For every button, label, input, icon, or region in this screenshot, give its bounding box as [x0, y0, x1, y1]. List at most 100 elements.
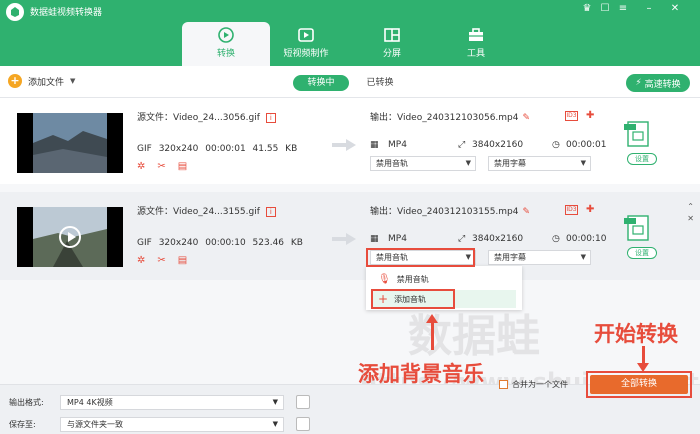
clock-icon: ◷ [552, 234, 560, 244]
add-file-button[interactable]: + 添加文件 ▼ [8, 74, 75, 88]
arrow-up-icon [426, 314, 438, 350]
user-icon[interactable]: ♛ [580, 3, 594, 14]
output-file: 输出：Video_240312103056.mp4 ✎ [370, 110, 530, 123]
format-settings-icon[interactable] [296, 395, 310, 409]
tab-short-video[interactable]: 短视频制作 [262, 22, 350, 66]
rename-pencil-icon[interactable]: ✎ [523, 207, 531, 217]
menu-item-disable-audio-label: 禁用音轨 [396, 274, 429, 284]
merge-option[interactable]: 合并为一个文件 [499, 379, 568, 390]
tab-converting[interactable]: 转换中 [293, 75, 349, 91]
merge-checkbox[interactable] [499, 380, 508, 389]
merge-label: 合并为一个文件 [512, 380, 568, 389]
scissors-icon[interactable]: ✂ [157, 161, 165, 172]
arrow-down-icon [637, 346, 649, 372]
output-format-select[interactable]: MP4 4K视频 ▼ [60, 395, 284, 410]
tab-tools-label: 工具 [466, 49, 485, 59]
tab-split-screen-label: 分屏 [382, 49, 401, 59]
menu-icon[interactable]: ≡ [616, 3, 630, 14]
remove-icon[interactable]: ✕ [687, 214, 694, 223]
id-badge-icon[interactable]: ID3 [565, 111, 578, 121]
info-icon[interactable]: i [265, 206, 276, 217]
enhance-icon[interactable]: ✚ [586, 111, 594, 121]
subtitle-select[interactable]: 禁用字幕 ▼ [488, 250, 591, 265]
source-meta: GIF 320x240 00:00:01 41.55 KB [137, 144, 297, 154]
folder-icon[interactable] [296, 417, 310, 431]
output-resolution: 3840x2160 [472, 234, 524, 244]
source-duration: 00:00:01 [205, 144, 246, 154]
move-up-icon[interactable]: ⌃ [687, 202, 694, 211]
play-icon[interactable] [59, 226, 81, 248]
tab-short-video-label: 短视频制作 [283, 49, 329, 59]
minimize-icon[interactable]: – [642, 3, 656, 14]
chevron-down-icon: ▼ [580, 159, 586, 167]
output-format: MP4 [388, 234, 407, 244]
clock-icon: ◷ [552, 140, 560, 150]
id-badge-icon[interactable]: ID3 [565, 205, 578, 215]
video-thumbnail[interactable] [17, 113, 123, 173]
output-format-label: 输出格式: [9, 398, 44, 407]
file-row[interactable]: 源文件：Video_24...3056.gif i GIF 320x240 00:… [0, 98, 700, 184]
save-to-select[interactable]: 与源文件夹一致 ▼ [60, 417, 284, 432]
convert-icon [218, 27, 234, 43]
chevron-down-icon[interactable]: ▼ [70, 77, 75, 85]
thumbnail-image [33, 113, 107, 173]
tab-converted[interactable]: 已转换 [360, 75, 400, 91]
video-format-icon: ▦ [370, 234, 379, 244]
tab-convert-label: 转换 [216, 49, 235, 59]
toolbar: + 添加文件 ▼ 转换中 已转换 ⚡ 高速转换 [0, 66, 700, 98]
settings-button[interactable]: 设置 [627, 247, 657, 259]
output-resolution: 3840x2160 [472, 140, 524, 150]
subtitle-value: 禁用字幕 [494, 253, 526, 262]
output-file-name: 输出：Video_240312103155.mp4 [370, 207, 519, 217]
app-logo-icon [6, 3, 24, 21]
rename-pencil-icon[interactable]: ✎ [523, 113, 531, 123]
effects-icon[interactable]: ✲ [137, 255, 145, 266]
microphone-icon: 🎙 [378, 273, 391, 285]
source-file-name: 源文件：Video_24...3155.gif [137, 207, 260, 217]
source-meta: GIF 320x240 00:00:10 523.46 KB [137, 238, 303, 248]
convert-all-button[interactable]: 全部转换 [590, 375, 688, 394]
tab-split-screen[interactable]: 分屏 [348, 22, 436, 66]
menu-item-disable-audio[interactable]: 🎙 禁用音轨 [372, 270, 516, 288]
fast-convert-label: 高速转换 [644, 79, 681, 90]
source-format: GIF [137, 238, 152, 248]
callout-start-convert: 开始转换 [594, 322, 678, 346]
close-icon[interactable]: ✕ [668, 3, 682, 14]
source-resolution: 320x240 [158, 238, 199, 248]
toolbox-icon [469, 28, 483, 41]
output-format-icon[interactable] [624, 120, 652, 150]
edit-tools: ✲ ✂ ▤ [137, 255, 187, 266]
info-icon[interactable]: i [265, 112, 276, 123]
output-format: MP4 [388, 140, 407, 150]
tab-convert[interactable]: 转换 [182, 22, 270, 66]
chevron-down-icon: ▼ [465, 159, 471, 167]
video-thumbnail[interactable] [17, 207, 123, 267]
feedback-icon[interactable]: ☐ [598, 3, 612, 14]
subtitle-edit-icon[interactable]: ▤ [178, 255, 187, 266]
settings-button[interactable]: 设置 [627, 153, 657, 165]
lightning-icon: ⚡ [635, 78, 642, 88]
chevron-down-icon: ▼ [272, 398, 278, 406]
effects-icon[interactable]: ✲ [137, 161, 145, 172]
subtitle-select[interactable]: 禁用字幕 ▼ [488, 156, 591, 171]
tab-tools[interactable]: 工具 [432, 22, 520, 66]
subtitle-edit-icon[interactable]: ▤ [178, 161, 187, 172]
output-file: 输出：Video_240312103155.mp4 ✎ [370, 204, 530, 217]
resolution-icon: ⤢ [458, 140, 466, 150]
output-format-icon[interactable] [624, 214, 652, 244]
save-to-value: 与源文件夹一致 [67, 420, 123, 429]
output-badges: ID3 ✚ [565, 111, 594, 121]
file-row[interactable]: 源文件：Video_24...3155.gif i GIF 320x240 00:… [0, 192, 700, 280]
enhance-icon[interactable]: ✚ [586, 205, 594, 215]
source-file: 源文件：Video_24...3155.gif i [137, 204, 276, 217]
source-duration: 00:00:10 [205, 238, 246, 248]
output-badges: ID3 ✚ [565, 205, 594, 215]
fast-convert-button[interactable]: ⚡ 高速转换 [626, 74, 690, 92]
source-size: 523.46 KB [252, 238, 303, 248]
audio-track-select[interactable]: 禁用音轨 ▼ [370, 156, 476, 171]
split-screen-icon [384, 28, 400, 42]
output-duration: 00:00:01 [566, 140, 607, 150]
output-duration: 00:00:10 [566, 234, 607, 244]
chevron-down-icon: ▼ [580, 253, 586, 261]
scissors-icon[interactable]: ✂ [157, 255, 165, 266]
